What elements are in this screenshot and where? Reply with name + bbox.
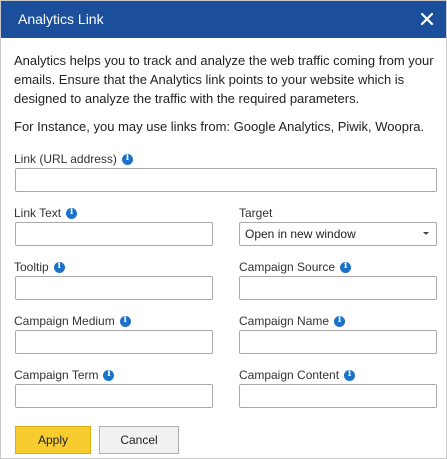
info-icon[interactable] [53,261,65,273]
campaign-medium-label: Campaign Medium [14,314,131,328]
campaign-medium-input[interactable] [15,330,213,354]
campaign-name-label-text: Campaign Name [239,314,330,328]
tooltip-label-text: Tooltip [14,260,49,274]
link-text-input[interactable] [15,222,213,246]
target-label: Target [239,206,272,220]
tooltip-label: Tooltip [14,260,65,274]
info-icon[interactable] [66,207,78,219]
info-icon[interactable] [121,153,133,165]
dialog-title: Analytics Link [18,11,104,27]
campaign-content-input[interactable] [239,384,437,408]
cancel-button[interactable]: Cancel [99,426,179,454]
info-icon[interactable] [340,261,352,273]
dialog-description: Analytics helps you to track and analyze… [14,53,434,106]
chevron-down-icon [423,232,429,235]
campaign-name-input[interactable] [239,330,437,354]
analytics-link-dialog: Analytics Link Analytics helps you to tr… [0,0,447,459]
info-icon[interactable] [103,369,115,381]
campaign-source-input[interactable] [239,276,437,300]
link-url-input[interactable] [15,168,437,192]
campaign-name-label: Campaign Name [239,314,346,328]
info-icon[interactable] [344,369,356,381]
target-select-value: Open in new window [245,227,356,241]
campaign-source-label: Campaign Source [239,260,352,274]
tooltip-input[interactable] [15,276,213,300]
close-icon[interactable] [416,8,438,30]
campaign-term-label-text: Campaign Term [14,368,99,382]
info-icon[interactable] [119,315,131,327]
campaign-content-label: Campaign Content [239,368,356,382]
apply-button[interactable]: Apply [15,426,91,454]
info-icon[interactable] [334,315,346,327]
campaign-term-input[interactable] [15,384,213,408]
link-text-label-text: Link Text [14,206,62,220]
target-select[interactable]: Open in new window [239,222,437,246]
instance-text: For Instance, you may use links from: Go… [14,119,425,134]
link-url-label-text: Link (URL address) [14,152,117,166]
link-text-label: Link Text [14,206,78,220]
campaign-content-label-text: Campaign Content [239,368,340,382]
link-url-label: Link (URL address) [14,152,133,166]
campaign-term-label: Campaign Term [14,368,115,382]
target-label-text: Target [239,206,273,220]
campaign-source-label-text: Campaign Source [239,260,336,274]
dialog-titlebar: Analytics Link [1,1,446,38]
campaign-medium-label-text: Campaign Medium [14,314,115,328]
